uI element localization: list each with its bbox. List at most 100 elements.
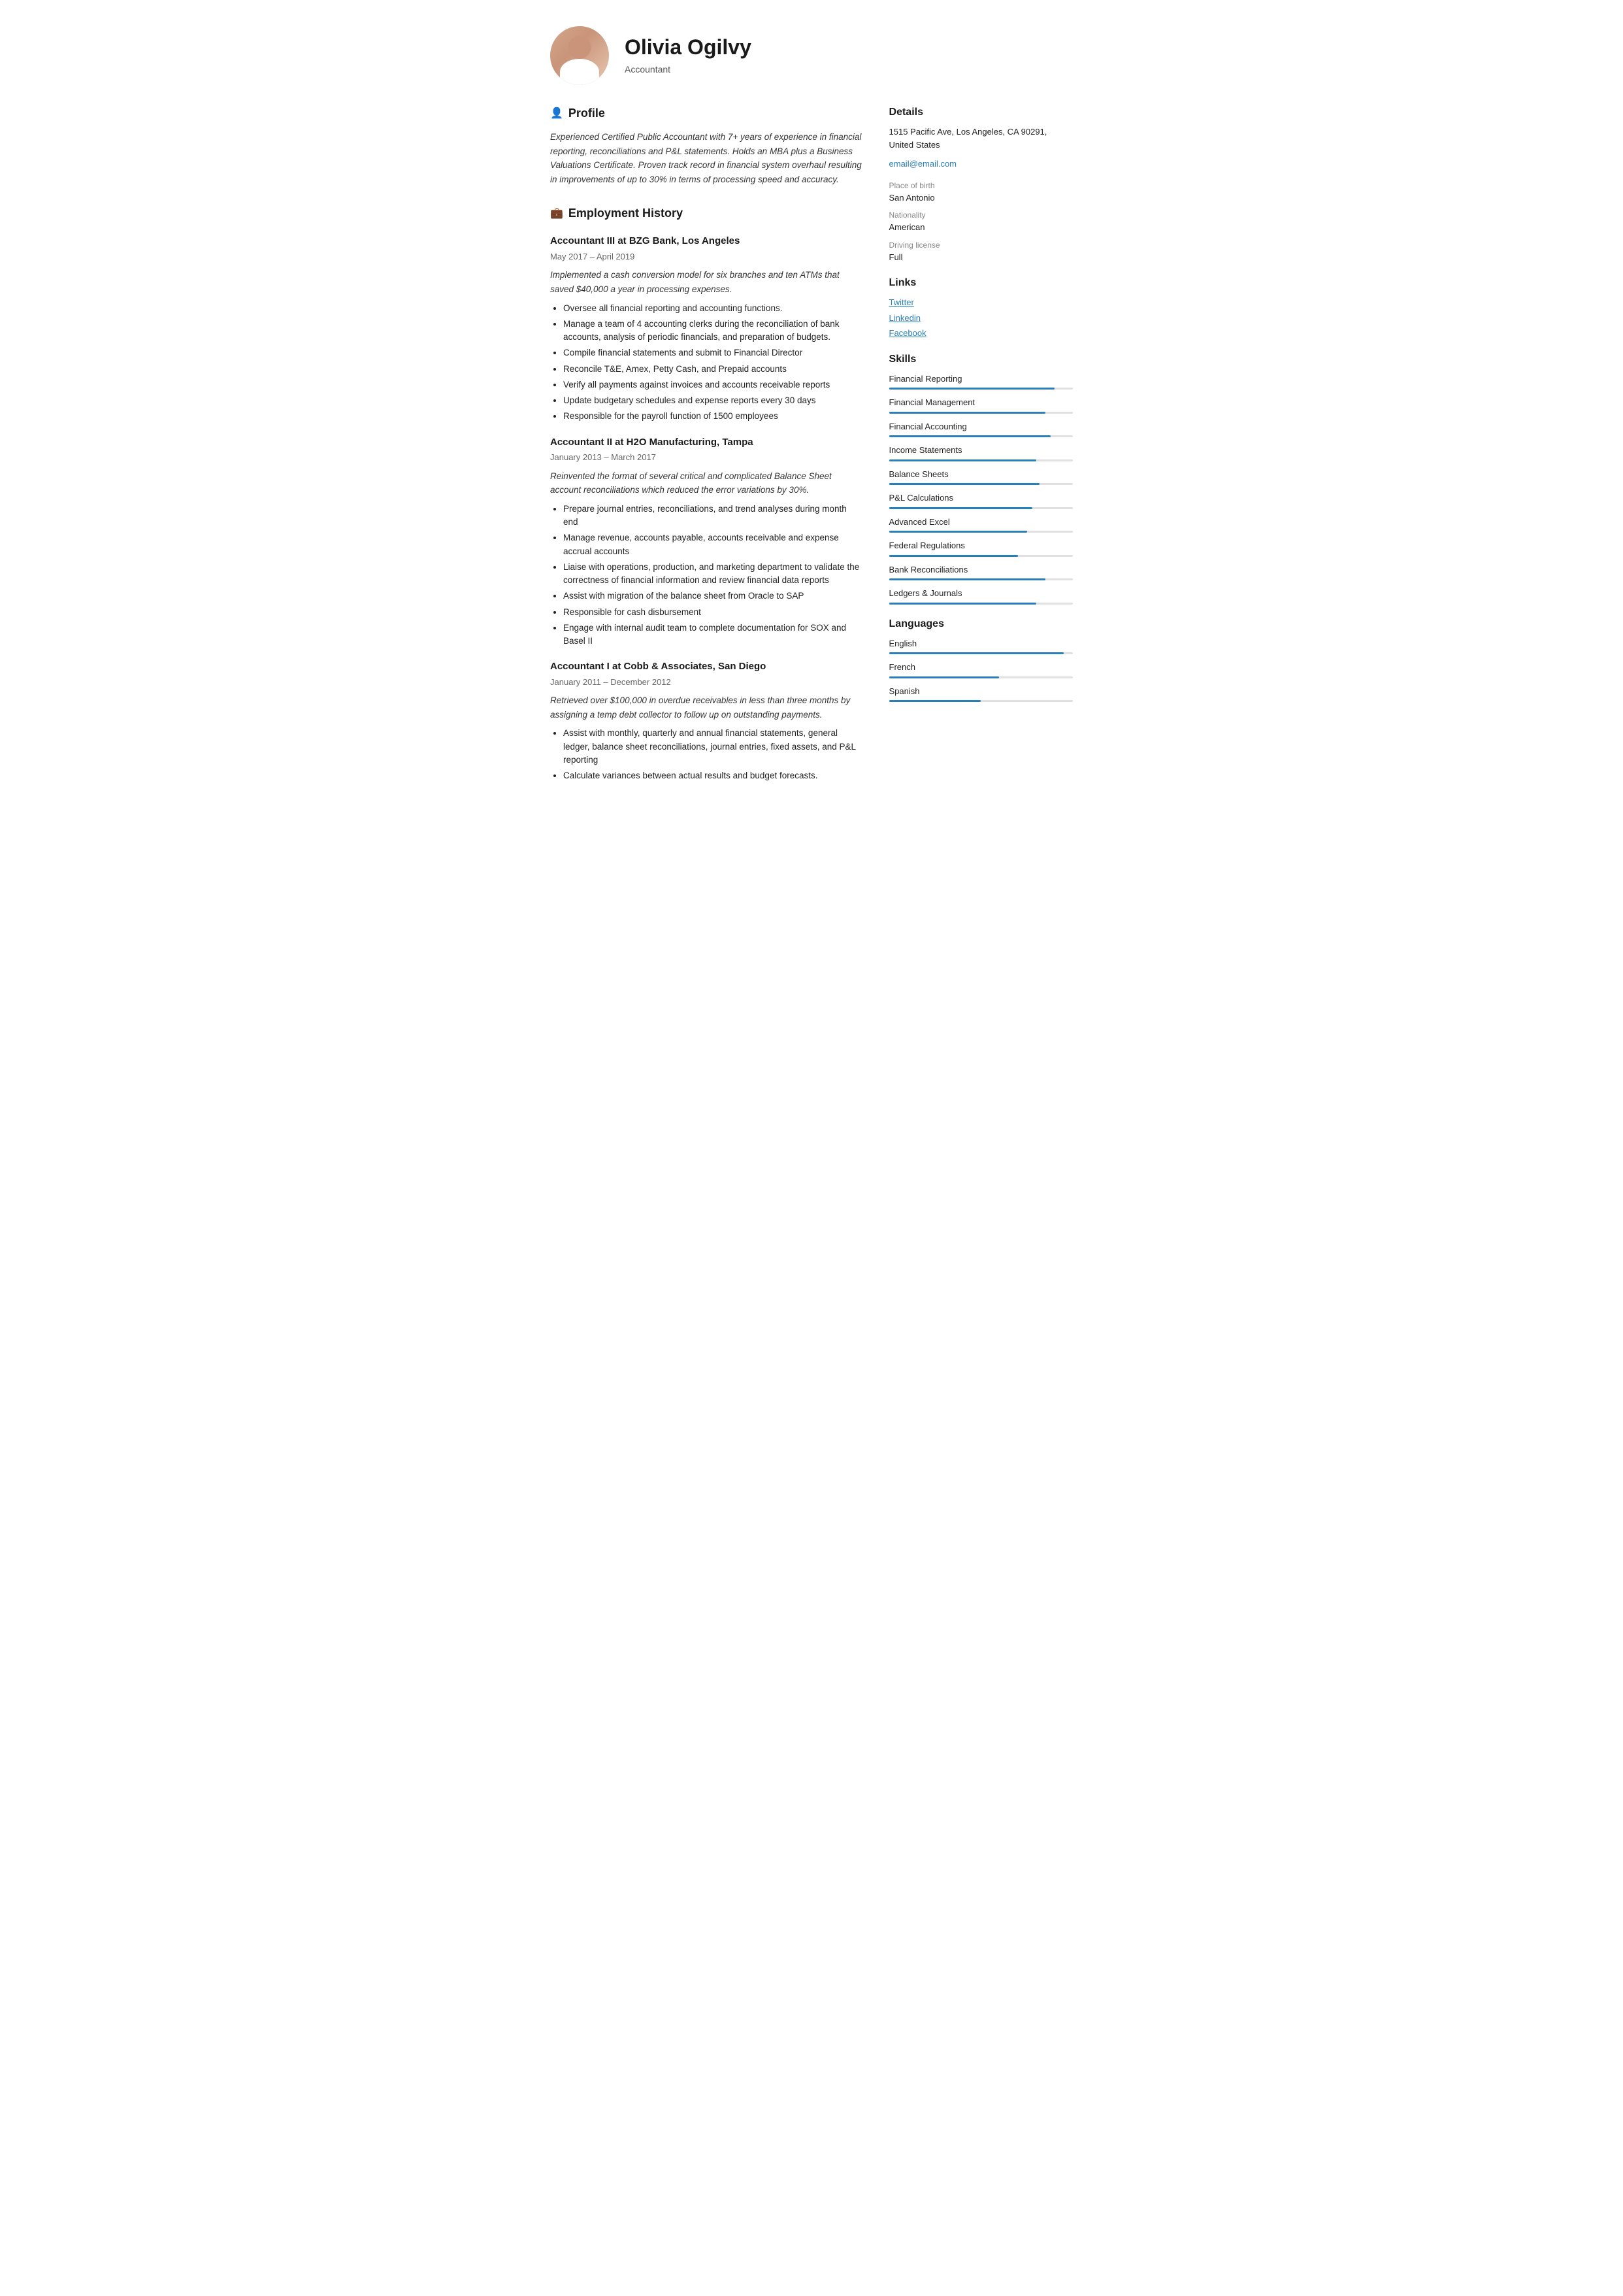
list-item: Oversee all financial reporting and acco…: [563, 302, 863, 315]
header: Olivia Ogilvy Accountant: [550, 26, 1073, 85]
skill-bar-fill: [889, 459, 1036, 461]
driving-license-label: Driving license: [889, 239, 1073, 251]
list-item: Assist with monthly, quarterly and annua…: [563, 727, 863, 767]
skill-bar-fill: [889, 435, 1051, 437]
lang-name: English: [889, 637, 1073, 650]
lang-english: English: [889, 637, 1073, 655]
skill-bar-bg: [889, 531, 1073, 533]
header-text: Olivia Ogilvy Accountant: [625, 35, 751, 76]
lang-bar-fill: [889, 700, 981, 702]
lang-name: French: [889, 661, 1073, 674]
links-section-title: Links: [889, 275, 1073, 291]
link-twitter[interactable]: Twitter: [889, 296, 1073, 309]
job-2: Accountant II at H2O Manufacturing, Tamp…: [550, 435, 863, 648]
job-2-summary: Reinvented the format of several critica…: [550, 469, 863, 497]
job-1: Accountant III at BZG Bank, Los Angeles …: [550, 234, 863, 423]
candidate-title: Accountant: [625, 63, 751, 76]
list-item: Assist with migration of the balance she…: [563, 590, 863, 603]
detail-email: email@email.com: [889, 158, 1073, 171]
lang-french: French: [889, 661, 1073, 678]
link-linkedin[interactable]: Linkedin: [889, 312, 1073, 325]
skill-name: Federal Regulations: [889, 539, 1073, 552]
employment-title-label: Employment History: [568, 205, 683, 222]
skill-bar-bg: [889, 412, 1073, 414]
list-item: Liaise with operations, production, and …: [563, 561, 863, 588]
skill-name: Advanced Excel: [889, 516, 1073, 529]
skill-name: P&L Calculations: [889, 491, 1073, 505]
skill-bar-fill: [889, 555, 1018, 557]
skill-bar-bg: [889, 388, 1073, 390]
profile-icon: 👤: [550, 106, 563, 122]
skill-ledgers-journals: Ledgers & Journals: [889, 587, 1073, 605]
skill-financial-management: Financial Management: [889, 396, 1073, 414]
lang-bar-fill: [889, 652, 1064, 654]
place-of-birth-value: San Antonio: [889, 191, 1073, 205]
list-item: Compile financial statements and submit …: [563, 346, 863, 359]
candidate-name: Olivia Ogilvy: [625, 35, 751, 59]
list-item: Update budgetary schedules and expense r…: [563, 394, 863, 407]
place-of-birth-label: Place of birth: [889, 180, 1073, 191]
skill-name: Bank Reconciliations: [889, 563, 1073, 576]
skill-bar-bg: [889, 603, 1073, 605]
lang-spanish: Spanish: [889, 685, 1073, 703]
skill-bar-bg: [889, 555, 1073, 557]
skill-bar-bg: [889, 507, 1073, 509]
left-column: 👤 Profile Experienced Certified Public A…: [550, 105, 863, 788]
nationality-value: American: [889, 221, 1073, 234]
skill-name: Ledgers & Journals: [889, 587, 1073, 600]
skill-bar-fill: [889, 483, 1040, 485]
skill-name: Financial Accounting: [889, 420, 1073, 433]
skill-bar-fill: [889, 507, 1033, 509]
right-column: Details 1515 Pacific Ave, Los Angeles, C…: [889, 105, 1073, 788]
avatar: [550, 26, 609, 85]
main-content: 👤 Profile Experienced Certified Public A…: [550, 105, 1073, 788]
skill-financial-accounting: Financial Accounting: [889, 420, 1073, 438]
list-item: Manage a team of 4 accounting clerks dur…: [563, 318, 863, 344]
skills-section-title: Skills: [889, 352, 1073, 367]
skill-bar-fill: [889, 388, 1055, 390]
lang-bar-bg: [889, 700, 1073, 702]
nationality-label: Nationality: [889, 209, 1073, 221]
resume-page: Olivia Ogilvy Accountant 👤 Profile Exper…: [517, 0, 1106, 820]
skill-name: Balance Sheets: [889, 468, 1073, 481]
link-facebook[interactable]: Facebook: [889, 327, 1073, 340]
skill-income-statements: Income Statements: [889, 444, 1073, 461]
avatar-image: [550, 26, 609, 85]
skill-federal-regulations: Federal Regulations: [889, 539, 1073, 557]
job-3-bullets: Assist with monthly, quarterly and annua…: [550, 727, 863, 782]
job-2-bullets: Prepare journal entries, reconciliations…: [550, 503, 863, 648]
job-2-dates: January 2013 – March 2017: [550, 451, 863, 464]
job-3-dates: January 2011 – December 2012: [550, 676, 863, 689]
skill-bar-fill: [889, 412, 1045, 414]
job-3-title: Accountant I at Cobb & Associates, San D…: [550, 659, 863, 674]
skill-bank-reconciliations: Bank Reconciliations: [889, 563, 1073, 581]
skill-advanced-excel: Advanced Excel: [889, 516, 1073, 533]
skill-bar-bg: [889, 459, 1073, 461]
profile-title-label: Profile: [568, 105, 605, 122]
list-item: Manage revenue, accounts payable, accoun…: [563, 531, 863, 558]
skill-bar-bg: [889, 578, 1073, 580]
list-item: Prepare journal entries, reconciliations…: [563, 503, 863, 529]
skill-name: Financial Reporting: [889, 373, 1073, 386]
job-1-title: Accountant III at BZG Bank, Los Angeles: [550, 234, 863, 249]
profile-section-title: 👤 Profile: [550, 105, 863, 122]
skill-balance-sheets: Balance Sheets: [889, 468, 1073, 486]
skill-bar-bg: [889, 435, 1073, 437]
skill-pl-calculations: P&L Calculations: [889, 491, 1073, 509]
lang-bar-bg: [889, 676, 1073, 678]
job-3-summary: Retrieved over $100,000 in overdue recei…: [550, 693, 863, 722]
skill-financial-reporting: Financial Reporting: [889, 373, 1073, 390]
job-1-bullets: Oversee all financial reporting and acco…: [550, 302, 863, 424]
list-item: Reconcile T&E, Amex, Petty Cash, and Pre…: [563, 363, 863, 376]
lang-name: Spanish: [889, 685, 1073, 698]
skill-name: Income Statements: [889, 444, 1073, 457]
job-2-title: Accountant II at H2O Manufacturing, Tamp…: [550, 435, 863, 450]
skill-bar-fill: [889, 578, 1045, 580]
driving-license-value: Full: [889, 251, 1073, 264]
profile-text: Experienced Certified Public Accountant …: [550, 130, 863, 186]
lang-bar-fill: [889, 676, 1000, 678]
list-item: Responsible for cash disbursement: [563, 606, 863, 619]
job-1-dates: May 2017 – April 2019: [550, 250, 863, 263]
list-item: Responsible for the payroll function of …: [563, 410, 863, 423]
list-item: Calculate variances between actual resul…: [563, 769, 863, 782]
